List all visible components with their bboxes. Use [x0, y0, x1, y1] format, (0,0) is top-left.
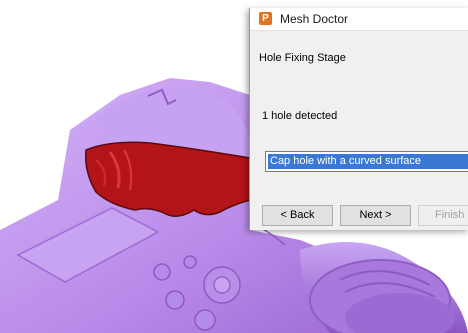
finish-button[interactable]: Finish [418, 205, 468, 226]
title-bar[interactable]: P Mesh Doctor [250, 8, 468, 31]
back-button[interactable]: < Back [262, 205, 333, 226]
app-icon: P [259, 12, 272, 25]
stage-title: Hole Fixing Stage [259, 52, 346, 64]
window-title: Mesh Doctor [280, 12, 349, 26]
fill-method-selected-value: Cap hole with a curved surface [268, 154, 468, 169]
mesh-doctor-dialog: P Mesh Doctor Hole Fixing Stage 1 hole d… [249, 8, 468, 230]
hole-status-text: 1 hole detected [262, 110, 338, 122]
next-button[interactable]: Next > [340, 205, 411, 226]
fill-method-select[interactable]: Cap hole with a curved surface [265, 151, 468, 172]
